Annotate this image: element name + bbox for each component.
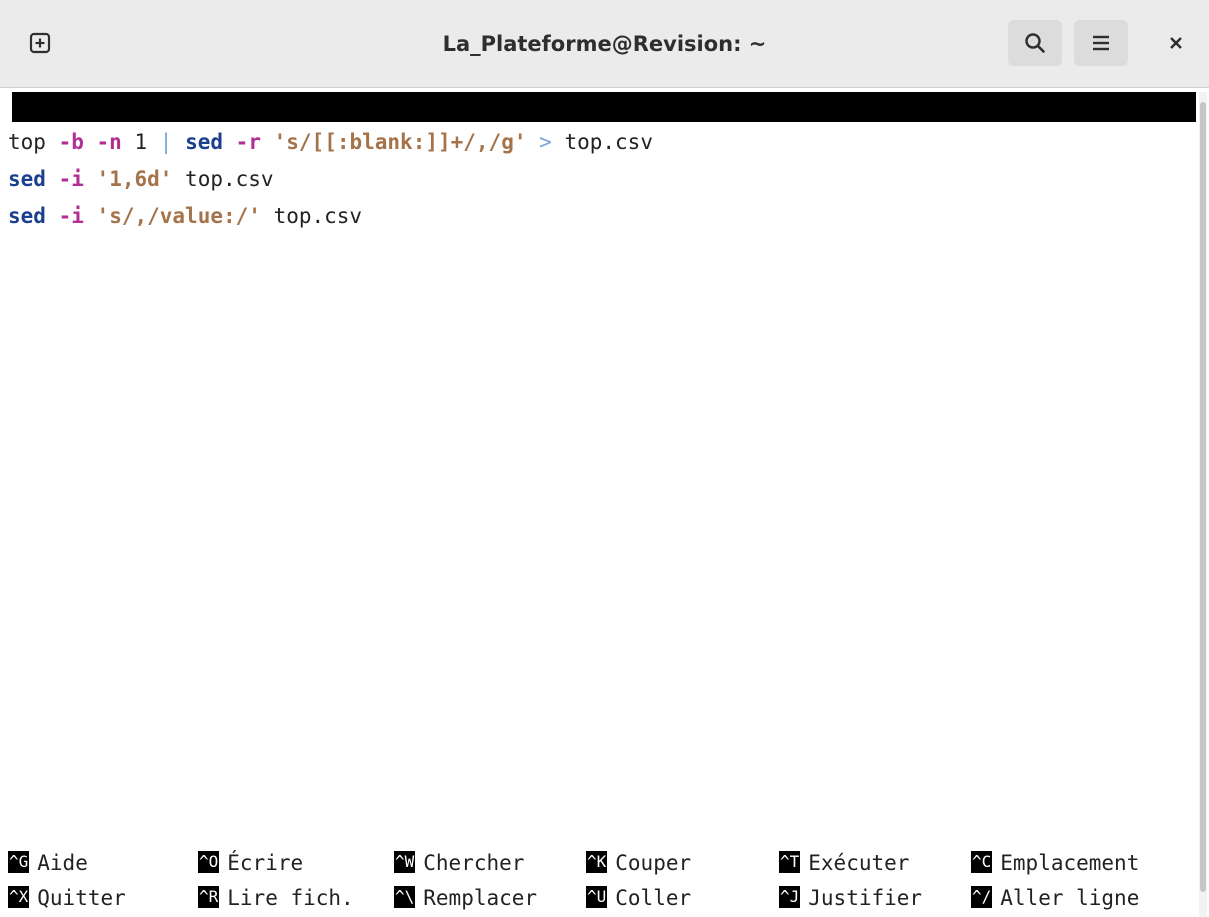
shortcut-key: ^U xyxy=(586,886,608,908)
shortcut-item[interactable]: ^C Emplacement xyxy=(971,846,1139,881)
code-line[interactable]: top -b -n 1 | sed -r 's/[[:blank:]]+/,/g… xyxy=(8,124,1192,161)
code-token: top.csv xyxy=(260,204,363,228)
search-button[interactable] xyxy=(1008,20,1062,66)
shortcut-item[interactable]: ^T Exécuter xyxy=(779,846,909,881)
code-token: sed xyxy=(185,130,224,154)
code-token: > xyxy=(539,130,552,154)
shortcut-key: ^\ xyxy=(394,886,416,908)
search-icon xyxy=(1025,33,1045,53)
shortcut-item[interactable]: ^X Quitter xyxy=(8,881,126,916)
code-token: -n xyxy=(96,130,122,154)
shortcut-row-2: ^X Quitter ^R Lire fich. ^\ Remplacer ^U Coller… xyxy=(8,881,1198,916)
shortcut-label: Justifier xyxy=(808,886,923,910)
shortcut-label: Aller ligne xyxy=(1000,886,1140,910)
code-line[interactable]: sed -i '1,6d' top.csv xyxy=(8,161,1192,198)
close-button[interactable] xyxy=(1156,20,1196,66)
close-icon xyxy=(1170,37,1182,49)
code-token: sed xyxy=(8,204,46,228)
scrollbar[interactable] xyxy=(1199,92,1207,917)
code-token: | xyxy=(159,130,173,154)
shortcut-label: Remplacer xyxy=(423,886,538,910)
shortcut-label: Chercher xyxy=(423,851,525,875)
shortcut-key: ^W xyxy=(394,851,416,873)
shortcut-label: Emplacement xyxy=(1000,851,1140,875)
code-token: -r xyxy=(235,130,261,154)
shortcut-item[interactable]: ^/ Aller ligne xyxy=(971,881,1139,916)
shortcut-label: Aide xyxy=(37,851,88,875)
header-bar: La_Plateforme@Revision: ~ xyxy=(0,0,1209,88)
new-tab-button[interactable] xyxy=(17,20,63,66)
code-token: 1 xyxy=(121,130,160,154)
nano-title-bar: GNU nano 7.2 top.sh * xyxy=(12,92,1196,179)
shortcut-item[interactable]: ^W Chercher xyxy=(394,846,524,881)
code-token: sed xyxy=(8,167,46,191)
shortcut-label: Exécuter xyxy=(808,851,910,875)
code-token: 's/,/value:/' xyxy=(96,204,261,228)
plus-box-icon xyxy=(29,32,51,54)
shortcut-key: ^T xyxy=(779,851,801,873)
shortcut-key: ^J xyxy=(779,886,801,908)
editor-area[interactable]: top -b -n 1 | sed -r 's/[[:blank:]]+/,/g… xyxy=(8,124,1192,824)
shortcut-item[interactable]: ^K Couper xyxy=(586,846,691,881)
shortcut-label: Écrire xyxy=(227,851,304,875)
shortcut-bar: ^G Aide ^O Écrire ^W Chercher ^K Couper ^T Exécut… xyxy=(8,846,1198,916)
scrollbar-thumb[interactable] xyxy=(1200,102,1206,892)
shortcut-item[interactable]: ^R Lire fich. xyxy=(198,881,354,916)
shortcut-key: ^G xyxy=(8,851,30,873)
shortcut-label: Lire fich. xyxy=(227,886,354,910)
shortcut-label: Quitter xyxy=(37,886,126,910)
menu-button[interactable] xyxy=(1074,20,1128,66)
shortcut-item[interactable]: ^O Écrire xyxy=(198,846,303,881)
code-token: top.csv xyxy=(172,167,274,191)
code-line[interactable]: sed -i 's/,/value:/' top.csv xyxy=(8,198,1192,235)
code-token: 's/[[:blank:]]+/,/g' xyxy=(273,130,527,154)
code-token: top.csv xyxy=(551,130,653,154)
hamburger-menu-icon xyxy=(1093,35,1109,51)
shortcut-item[interactable]: ^G Aide xyxy=(8,846,88,881)
shortcut-key: ^R xyxy=(198,886,220,908)
code-token: -b xyxy=(58,130,84,154)
shortcut-item[interactable]: ^U Coller xyxy=(586,881,691,916)
shortcut-item[interactable]: ^J Justifier xyxy=(779,881,922,916)
shortcut-row-1: ^G Aide ^O Écrire ^W Chercher ^K Couper ^T Exécut… xyxy=(8,846,1198,881)
shortcut-key: ^O xyxy=(198,851,220,873)
shortcut-key: ^/ xyxy=(971,886,993,908)
code-token: '1,6d' xyxy=(96,167,173,191)
shortcut-label: Couper xyxy=(615,851,692,875)
shortcut-item[interactable]: ^\ Remplacer xyxy=(394,881,537,916)
code-token: -i xyxy=(58,167,84,191)
code-token: -i xyxy=(58,204,84,228)
shortcut-key: ^X xyxy=(8,886,30,908)
shortcut-label: Coller xyxy=(615,886,692,910)
code-token: top xyxy=(8,130,59,154)
shortcut-key: ^K xyxy=(586,851,608,873)
shortcut-key: ^C xyxy=(971,851,993,873)
